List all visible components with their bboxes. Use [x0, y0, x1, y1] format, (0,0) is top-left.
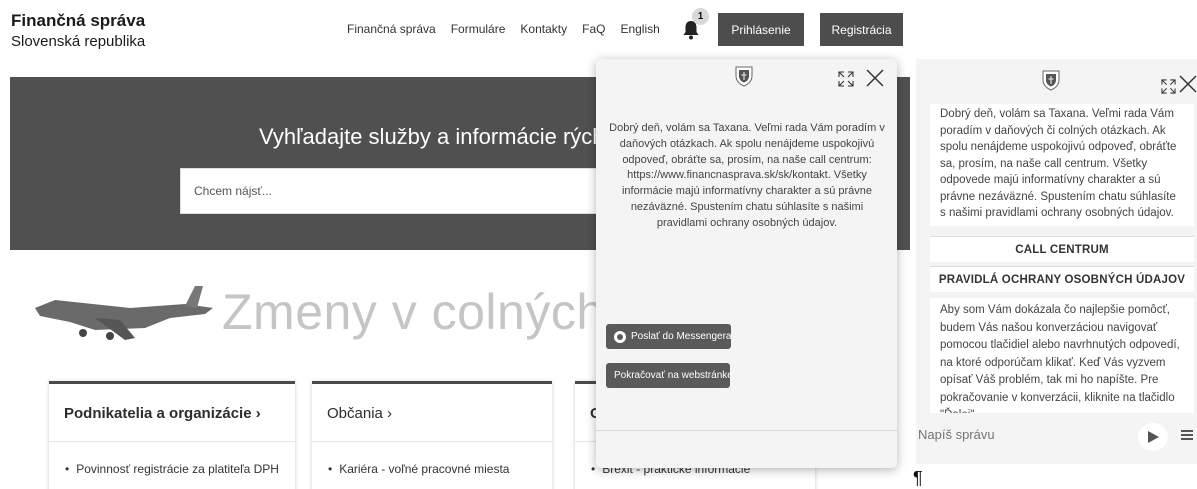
card-link[interactable]: Povinnosť registrácie za platiteľa DPH — [65, 462, 279, 476]
banner-title[interactable]: Zmeny v colných s — [222, 283, 645, 341]
expand-icon[interactable] — [838, 71, 854, 87]
nav-item-english[interactable]: English — [620, 22, 659, 36]
chat-input[interactable] — [918, 427, 1118, 442]
card-obcania[interactable]: Občania › Kariéra - voľné pracovné miest… — [312, 381, 552, 489]
continue-on-web-button[interactable]: Pokračovať na webstránke — [606, 363, 733, 388]
chat-input-row — [916, 419, 1197, 452]
nav-item-formulare[interactable]: Formuláre — [451, 22, 506, 36]
page: Finančná správa Slovenská republika Fina… — [0, 0, 1197, 489]
brand-title[interactable]: Finančná správa — [11, 11, 145, 31]
coat-of-arms-logo — [1042, 70, 1060, 91]
hero-title: Vyhľadajte služby a informácie rých — [259, 124, 605, 149]
card-podnikatelia[interactable]: Podnikatelia a organizácie › Povinnosť r… — [49, 381, 295, 489]
card-link[interactable]: Kariéra - voľné pracovné miesta — [328, 462, 509, 476]
menu-icon[interactable] — [1181, 429, 1193, 441]
brand-subtitle: Slovenská republika — [11, 33, 146, 50]
call-center-button[interactable]: CALL CENTRUM — [930, 236, 1194, 262]
privacy-rules-button[interactable]: PRAVIDLÁ OCHRANY OSOBNÝCH ÚDAJOV — [930, 266, 1194, 292]
coat-of-arms-logo — [735, 66, 753, 87]
send-to-messenger-label: Poslať do Messengera — [631, 331, 732, 342]
expand-icon[interactable] — [1161, 79, 1176, 94]
card-title[interactable]: Podnikatelia a organizácie › — [64, 405, 261, 422]
main-nav: Finančná správa Formuláre Kontakty FaQ E… — [347, 22, 660, 36]
chat-panel: Dobrý deň, volám sa Taxana. Veľmi rada V… — [916, 59, 1197, 464]
chat-panel-message-2: Aby som Vám dokázala čo najlepšie pomôcť… — [930, 298, 1194, 413]
messenger-icon — [614, 330, 626, 343]
card-divider — [312, 441, 552, 442]
pilcrow-mark: ¶ — [913, 468, 923, 488]
notification-badge: 1 — [692, 8, 709, 25]
airplane-icon — [35, 286, 213, 340]
chat-popup-footer — [596, 430, 897, 468]
chat-welcome-message: Dobrý deň, volám sa Taxana. Veľmi rada V… — [609, 122, 885, 229]
send-icon — [1148, 431, 1159, 443]
close-icon[interactable] — [866, 69, 884, 87]
send-to-messenger-button[interactable]: Poslať do Messengera — [606, 324, 731, 349]
nav-item-financna-sprava[interactable]: Finančná správa — [347, 22, 436, 36]
chat-popup: Dobrý deň, volám sa Taxana. Veľmi rada V… — [596, 59, 897, 468]
nav-item-kontakty[interactable]: Kontakty — [520, 22, 567, 36]
card-divider — [49, 441, 295, 442]
send-button[interactable] — [1138, 423, 1168, 451]
login-button[interactable]: Prihlásenie — [718, 13, 804, 46]
close-icon[interactable] — [1179, 75, 1197, 93]
card-title[interactable]: Občania › — [327, 405, 392, 422]
register-button[interactable]: Registrácia — [820, 13, 903, 46]
search-input[interactable]: Chcem nájsť... — [180, 168, 640, 214]
chat-panel-message: Dobrý deň, volám sa Taxana. Veľmi rada V… — [930, 104, 1194, 226]
chat-popup-header — [596, 59, 897, 100]
nav-item-faq[interactable]: FaQ — [582, 22, 605, 36]
